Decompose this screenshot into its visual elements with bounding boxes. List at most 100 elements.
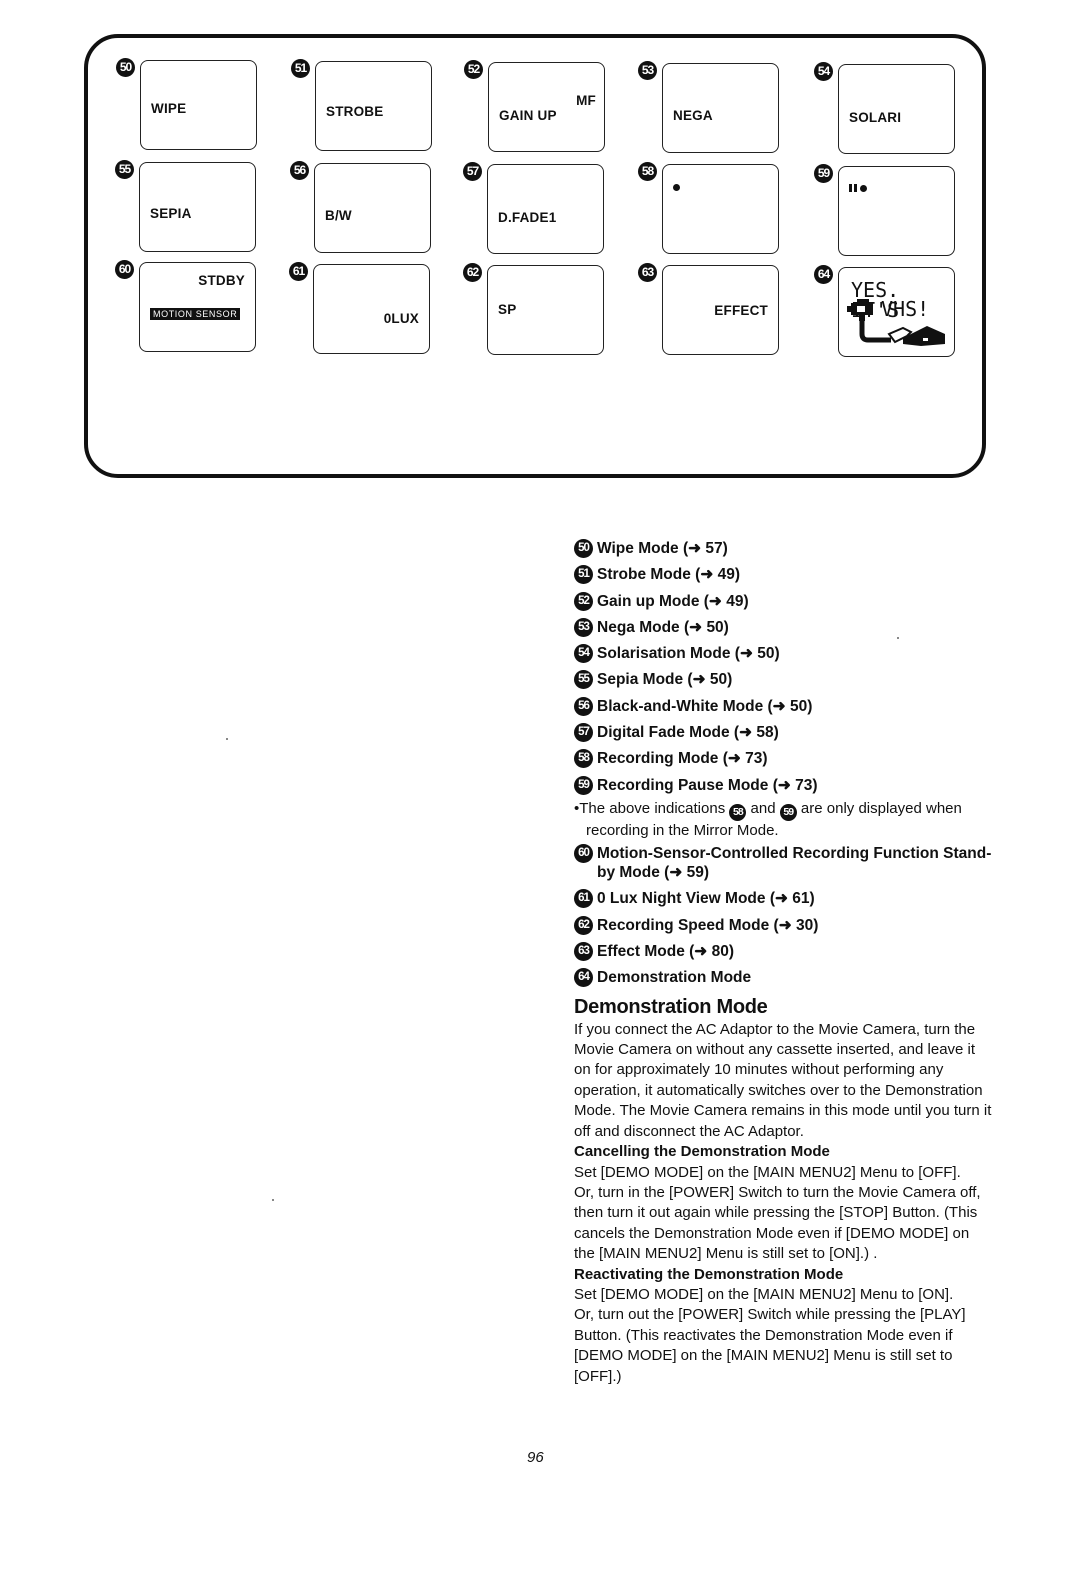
lcd-screen: YES. IT'S VHS! <box>838 267 955 357</box>
legend-item: 61 0 Lux Night View Mode (➜ 61) <box>574 886 994 912</box>
cancel-paragraph-1: Set [DEMO MODE] on the [MAIN MENU2] Menu… <box>574 1163 961 1181</box>
indication-cell-57: 57 D.FADE1 <box>463 162 638 262</box>
legend-label: Recording Pause Mode (➜ 73) <box>597 776 818 794</box>
indication-cell-51: 51 STROBE <box>291 59 466 159</box>
legend-number-badge: 62 <box>574 915 593 935</box>
indication-cell-56: 56 B/W <box>290 161 465 261</box>
legend-item: 56 Black-and-White Mode (➜ 50) <box>574 694 994 720</box>
indication-number-badge: 64 <box>814 265 833 284</box>
legend-label: Black-and-White Mode (➜ 50) <box>597 697 813 715</box>
legend-number-badge: 54 <box>574 644 593 664</box>
legend-item: 55 Sepia Mode (➜ 50) <box>574 667 994 693</box>
lcd-screen: SP <box>487 265 604 355</box>
mirror-mode-note: •The above indications 58 and 59 are onl… <box>574 799 994 841</box>
legend-label: Gain up Mode (➜ 49) <box>597 592 749 610</box>
record-pause-icon <box>849 180 867 195</box>
scan-speck <box>226 738 228 740</box>
legend-number-badge: 58 <box>574 749 593 769</box>
legend-item: 63 Effect Mode (➜ 80) <box>574 939 994 965</box>
indication-cell-64: 64 YES. IT'S VHS! <box>814 265 989 365</box>
indication-label: GAIN UP <box>499 108 557 123</box>
indication-number-badge: 57 <box>463 162 482 181</box>
legend-label: Effect Mode (➜ 80) <box>597 943 735 961</box>
legend-item: 57 Digital Fade Mode (➜ 58) <box>574 720 994 746</box>
reactivate-paragraph-1: Set [DEMO MODE] on the [MAIN MENU2] Menu… <box>574 1285 954 1303</box>
legend-number-badge: 61 <box>574 889 593 909</box>
lcd-screen: 0LUX <box>313 264 430 354</box>
indication-cell-60: 60 STDBY MOTION SENSOR <box>115 260 290 360</box>
legend-item: 62 Recording Speed Mode (➜ 30) <box>574 913 994 939</box>
scan-speck <box>272 1199 274 1201</box>
legend-item: 59 Recording Pause Mode (➜ 73) <box>574 773 994 799</box>
indication-cell-62: 62 SP <box>463 263 638 363</box>
indication-number-badge: 59 <box>814 164 833 183</box>
indication-number-badge: 55 <box>115 160 134 179</box>
legend-item: 53 Nega Mode (➜ 50) <box>574 615 994 641</box>
lcd-screen: B/W <box>314 163 431 253</box>
subheading-reactivate: Reactivating the Demonstration Mode <box>574 1265 844 1283</box>
indication-label: B/W <box>325 208 352 223</box>
indication-number-badge: 54 <box>814 62 833 81</box>
indication-label: SEPIA <box>150 206 192 221</box>
indication-number-badge: 58 <box>638 162 657 181</box>
legend-label: Sepia Mode (➜ 50) <box>597 671 733 689</box>
demonstration-mode-section: Demonstration Mode If you connect the AC… <box>574 996 994 1387</box>
legend-label: Solarisation Mode (➜ 50) <box>597 645 780 663</box>
indication-cell-59: 59 <box>814 164 989 264</box>
lcd-screen: SEPIA <box>139 162 256 252</box>
indication-label: SP <box>498 302 517 317</box>
legend-number-badge: 64 <box>574 968 593 988</box>
lcd-screen: WIPE <box>140 60 257 150</box>
lcd-screen: D.FADE1 <box>487 164 604 254</box>
legend-number-badge: 57 <box>574 723 593 743</box>
subheading-cancel: Cancelling the Demonstration Mode <box>574 1143 830 1161</box>
legend-item: 51 Strobe Mode (➜ 49) <box>574 562 994 588</box>
legend-label: Nega Mode (➜ 50) <box>597 618 729 636</box>
legend-item: 54 Solarisation Mode (➜ 50) <box>574 641 994 667</box>
record-dot-icon <box>673 179 680 194</box>
legend-and-instructions: 50 Wipe Mode (➜ 57) 51 Strobe Mode (➜ 49) … <box>574 536 994 1387</box>
section-heading: Demonstration Mode <box>574 995 768 1018</box>
indication-number-badge: 62 <box>463 263 482 282</box>
legend-label: Demonstration Mode <box>597 969 752 987</box>
legend-number-badge: 50 <box>574 539 593 558</box>
demo-text-line-2: VHS! <box>881 297 930 321</box>
indication-label: EFFECT <box>714 303 768 318</box>
lcd-screen: SOLARI <box>838 64 955 154</box>
indication-cell-63: 63 EFFECT <box>638 263 813 363</box>
motion-sensor-badge: MOTION SENSOR <box>150 308 241 320</box>
indication-number-badge: 50 <box>116 58 135 77</box>
legend-number-badge: 56 <box>574 696 593 716</box>
legend-number-badge: 63 <box>574 942 593 962</box>
indication-cell-50: 50 WIPE <box>116 58 291 158</box>
reactivate-paragraph-2: Or, turn out the [POWER] Switch while pr… <box>574 1306 966 1385</box>
legend-number-badge: 53 <box>574 617 593 637</box>
legend-label: 0 Lux Night View Mode (➜ 61) <box>597 890 815 908</box>
indication-number-badge: 53 <box>638 61 657 80</box>
legend-label: Digital Fade Mode (➜ 58) <box>597 724 779 742</box>
lcd-screen <box>838 166 955 256</box>
note-text: The above indications <box>579 799 726 817</box>
indication-cell-61: 61 0LUX <box>289 262 464 362</box>
indication-label: NEGA <box>673 108 713 123</box>
note-ref-badge: 58 <box>729 803 747 821</box>
indication-label-stdby: STDBY <box>198 273 245 288</box>
indication-number-badge: 52 <box>464 60 483 79</box>
indication-number-badge: 56 <box>290 161 309 180</box>
legend-number-badge: 55 <box>574 670 593 690</box>
indication-number-badge: 51 <box>291 59 310 78</box>
note-text: and <box>750 799 776 817</box>
legend-item: 60 Motion-Sensor-Controlled Recording Fun… <box>574 844 994 882</box>
indication-label: STROBE <box>326 104 384 119</box>
indication-label: WIPE <box>151 101 187 116</box>
indication-number-badge: 61 <box>289 262 308 281</box>
legend-item: 50 Wipe Mode (➜ 57) <box>574 536 994 562</box>
note-ref-badge: 59 <box>779 803 797 821</box>
indication-cell-52: 52 MF GAIN UP <box>464 60 639 160</box>
legend-label: Recording Mode (➜ 73) <box>597 750 768 768</box>
legend-item: 52 Gain up Mode (➜ 49) <box>574 589 994 615</box>
legend-number-badge: 60 <box>574 844 593 864</box>
legend-number-badge: 59 <box>574 775 593 795</box>
indication-label-mf: MF <box>576 93 596 108</box>
legend-number-badge: 51 <box>574 565 593 585</box>
